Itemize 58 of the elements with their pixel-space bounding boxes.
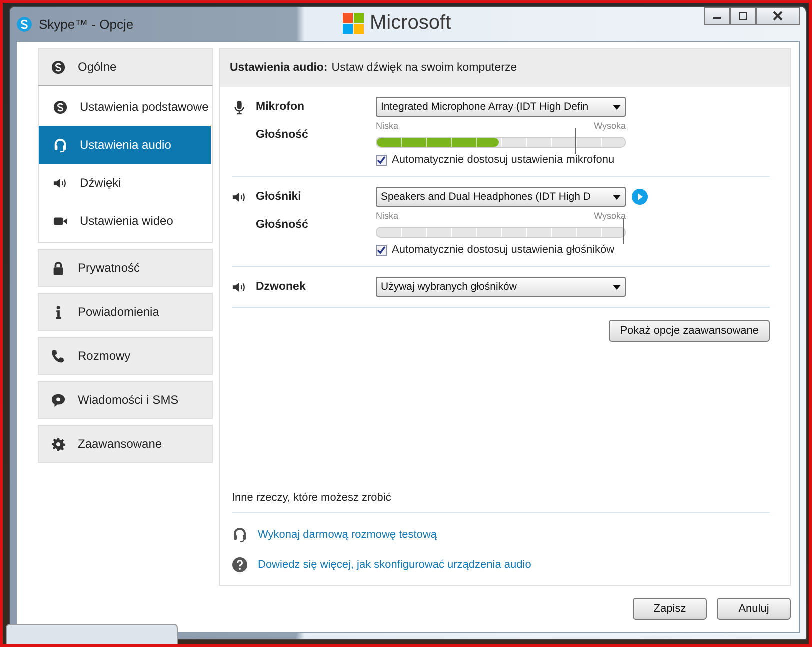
minimize-button[interactable] bbox=[704, 7, 730, 25]
dialog-button[interactable]: Anuluj bbox=[717, 598, 791, 620]
chat-bubble-icon bbox=[51, 392, 66, 408]
device-dropdown[interactable]: Integrated Microphone Array (IDT High Defin bbox=[376, 97, 626, 117]
device-dropdown[interactable]: Speakers and Dual Headphones (IDT High D bbox=[376, 187, 626, 207]
low-label: Niska bbox=[376, 121, 399, 131]
sidebar-item[interactable]: Ustawienia audio bbox=[39, 126, 211, 164]
maximize-icon bbox=[738, 11, 748, 21]
device-label: Mikrofon bbox=[256, 101, 306, 113]
volume-slider-handle[interactable] bbox=[575, 128, 576, 154]
help-link[interactable]: Dowiedz się więcej, jak skonfigurować urządzenia audio bbox=[258, 559, 532, 571]
maximize-button[interactable] bbox=[730, 7, 756, 25]
microphone-icon bbox=[232, 100, 247, 114]
panel-heading: Ustawienia audio: Ustaw dźwięk na swoim komputerze bbox=[230, 62, 518, 74]
high-label: Wysoka bbox=[594, 121, 626, 131]
play-button[interactable] bbox=[632, 189, 648, 205]
sidebar-group[interactable]: Ogólne bbox=[38, 48, 213, 86]
lock-icon bbox=[51, 260, 66, 276]
sidebar-group[interactable]: Wiadomości i SMS bbox=[38, 381, 213, 419]
windows-logo-icon bbox=[343, 12, 364, 34]
close-button[interactable] bbox=[756, 7, 800, 25]
sidebar-item[interactable]: Ustawienia podstawowe bbox=[39, 88, 211, 126]
phone-icon bbox=[51, 348, 66, 364]
checkbox[interactable] bbox=[376, 154, 387, 166]
help-icon bbox=[232, 557, 248, 573]
headset-icon bbox=[232, 527, 248, 543]
caret-icon bbox=[613, 194, 621, 200]
section-heading: Inne rzeczy, które możesz zrobić bbox=[232, 492, 770, 513]
volume-slider-handle[interactable] bbox=[622, 218, 624, 244]
advanced-options-button[interactable]: Pokaż opcje zaawansowane bbox=[609, 320, 770, 342]
sidebar-group[interactable]: Zaawansowane bbox=[38, 425, 213, 463]
checkbox[interactable] bbox=[376, 244, 387, 256]
sidebar-group[interactable]: Powiadomienia bbox=[38, 293, 213, 331]
checkbox-label: Automatycznie dostosuj ustawienia głośników bbox=[392, 244, 615, 256]
skype-logo-icon bbox=[53, 100, 68, 114]
caret-icon bbox=[613, 104, 621, 110]
low-label: Niska bbox=[376, 211, 399, 221]
sidebar-item[interactable]: Ustawienia wideo bbox=[39, 202, 211, 240]
sidebar-group[interactable]: Rozmowy bbox=[38, 337, 213, 375]
skype-logo-icon bbox=[51, 60, 66, 74]
high-label: Wysoka bbox=[594, 211, 626, 221]
device-dropdown[interactable]: Używaj wybranych głośników bbox=[376, 277, 626, 297]
sidebar-group[interactable]: Prywatność bbox=[38, 249, 213, 287]
settings-icon bbox=[51, 436, 66, 452]
device-label: Głośniki bbox=[256, 191, 302, 203]
skype-logo-icon bbox=[16, 16, 33, 32]
help-link[interactable]: Wykonaj darmową rozmowę testową bbox=[258, 529, 438, 541]
headset-icon bbox=[53, 138, 68, 152]
close-icon bbox=[773, 11, 783, 21]
device-label: Dzwonek bbox=[256, 281, 307, 293]
dialog-button[interactable]: Zapisz bbox=[633, 598, 707, 620]
volume-label: Głośność bbox=[256, 218, 310, 230]
background-window-logo: Microsoft bbox=[370, 12, 452, 34]
sidebar-item[interactable]: Dźwięki bbox=[39, 164, 211, 202]
volume-label: Głośność bbox=[256, 128, 310, 140]
checkbox-label: Automatycznie dostosuj ustawienia mikrofonu bbox=[392, 154, 615, 166]
caret-icon bbox=[613, 284, 621, 290]
window-title: Skype™ - Opcje bbox=[39, 16, 134, 32]
